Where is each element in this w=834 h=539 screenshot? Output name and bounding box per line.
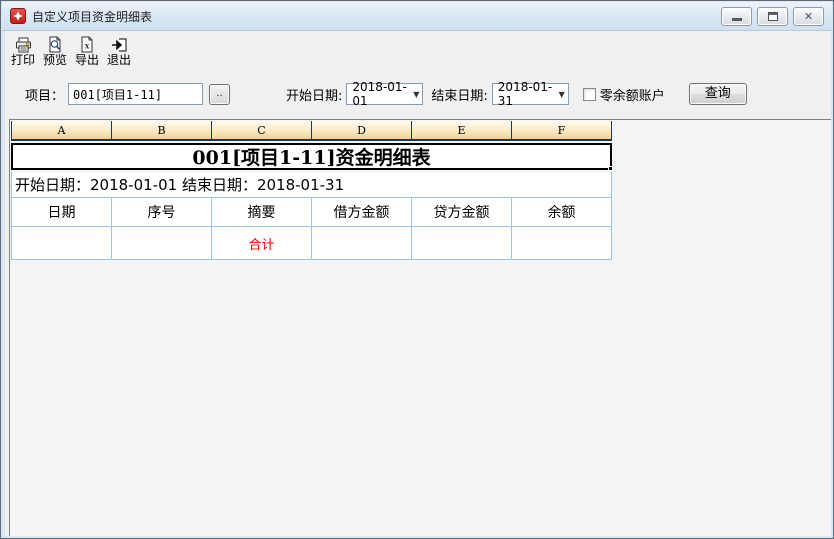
minimize-button[interactable] (721, 6, 752, 26)
exit-button[interactable]: 退出 (103, 33, 135, 69)
start-date-label: 开始日期: (286, 88, 343, 104)
chevron-down-icon: ▼ (413, 89, 420, 99)
preview-icon (46, 36, 64, 53)
column-header-a[interactable]: A (12, 121, 112, 139)
zero-balance-label: 零余额账户 (599, 88, 665, 104)
header-cell-credit[interactable]: 贷方金额 (412, 198, 512, 226)
export-excel-icon: x (78, 36, 96, 53)
app-window: 自定义项目资金明细表 ✕ 打印 预览 x 导出 退出 项目： 001[项目1-1… (0, 0, 834, 539)
app-icon (10, 8, 26, 24)
total-cell-credit[interactable] (412, 227, 512, 259)
print-label: 打印 (10, 53, 35, 67)
total-cell-balance[interactable] (512, 227, 612, 259)
total-row: 合计 (11, 227, 612, 260)
start-date-select[interactable]: 2018-01-01 ▼ (346, 80, 424, 108)
column-header-e[interactable]: E (412, 121, 512, 139)
total-cell-seq[interactable] (112, 227, 212, 259)
header-cell-date[interactable]: 日期 (12, 198, 112, 226)
export-label: 导出 (74, 53, 99, 67)
content-area: 打印 预览 x 导出 退出 项目： 001[项目1-11] .. 开始日期: 2… (5, 31, 831, 536)
close-button[interactable]: ✕ (793, 6, 824, 26)
query-form: 项目： .. 开始日期: 2018-01-01 ▼ 结束日期: 2018-01-… (5, 80, 831, 108)
date-range-cell[interactable]: 开始日期：2018-01-01 结束日期：2018-01-31 (11, 172, 612, 198)
report-title: 001[项目1-11]资金明细表 (192, 147, 431, 169)
close-icon: ✕ (803, 9, 814, 23)
minimize-icon (731, 17, 742, 21)
selection-fill-handle[interactable] (608, 166, 613, 171)
window-controls: ✕ (721, 6, 824, 26)
titlebar: 自定义项目资金明细表 ✕ (2, 2, 832, 31)
zero-balance-checkbox[interactable] (582, 87, 596, 101)
chevron-down-icon: ▼ (558, 89, 565, 99)
spreadsheet-panel: A B C D E F 001[项目1-11]资金明细表 开始日期：2018-0… (9, 119, 831, 536)
preview-label: 预览 (42, 53, 67, 67)
table-header-row: 日期 序号 摘要 借方金额 贷方金额 余额 (11, 198, 612, 227)
exit-icon (110, 36, 128, 53)
total-cell-debit[interactable] (312, 227, 412, 259)
date-range-text: 开始日期：2018-01-01 结束日期：2018-01-31 (15, 176, 345, 194)
project-label: 项目： (25, 88, 65, 104)
exit-label: 退出 (106, 53, 131, 67)
header-cell-summary[interactable]: 摘要 (212, 198, 312, 226)
header-cell-balance[interactable]: 余额 (512, 198, 612, 226)
total-cell-summary[interactable]: 合计 (212, 227, 312, 259)
preview-button[interactable]: 预览 (39, 33, 71, 69)
window-title: 自定义项目资金明细表 (32, 9, 153, 24)
printer-icon (14, 36, 32, 53)
svg-text:x: x (85, 41, 90, 51)
project-input[interactable] (68, 83, 204, 105)
total-cell-date[interactable] (12, 227, 112, 259)
project-browse-button[interactable]: .. (209, 83, 231, 105)
maximize-button[interactable] (757, 6, 788, 26)
toolbar: 打印 预览 x 导出 退出 (7, 33, 135, 69)
start-date-value: 2018-01-01 (352, 80, 407, 108)
export-button[interactable]: x 导出 (71, 33, 103, 69)
end-date-value: 2018-01-31 (497, 80, 553, 108)
column-header-f[interactable]: F (512, 121, 612, 139)
header-cell-debit[interactable]: 借方金额 (312, 198, 412, 226)
query-button[interactable]: 查询 (688, 83, 747, 105)
column-header-c[interactable]: C (212, 121, 312, 139)
column-header-b[interactable]: B (112, 121, 212, 139)
end-date-label: 结束日期: (431, 88, 488, 104)
end-date-select[interactable]: 2018-01-31 ▼ (491, 80, 569, 108)
maximize-icon (767, 11, 778, 21)
report-title-cell[interactable]: 001[项目1-11]资金明细表 (11, 143, 613, 171)
column-header-row: A B C D E F (11, 121, 612, 141)
header-cell-seq[interactable]: 序号 (112, 198, 212, 226)
column-header-d[interactable]: D (312, 121, 412, 139)
print-button[interactable]: 打印 (7, 33, 39, 69)
